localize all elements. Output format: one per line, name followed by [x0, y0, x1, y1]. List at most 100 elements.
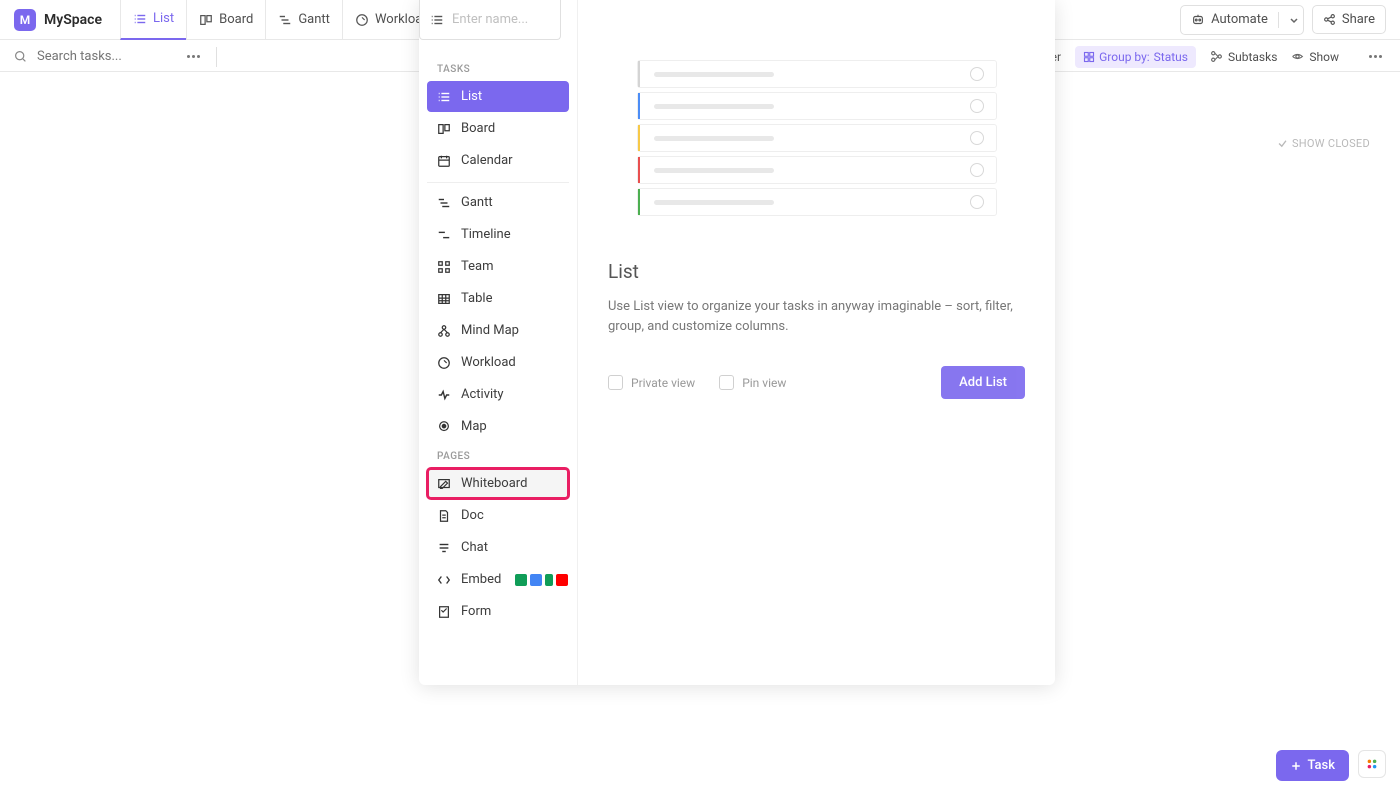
workload-icon	[355, 13, 369, 27]
sidebar-item-label: Gantt	[461, 195, 493, 210]
sidebar-item-label: Calendar	[461, 153, 513, 168]
group-by-value: Status	[1154, 50, 1188, 64]
list-icon	[437, 90, 451, 104]
sidebar-item-timeline[interactable]: Timeline	[427, 219, 569, 250]
mindmap-icon	[437, 324, 451, 338]
add-view-overlay: TASKS List Board Calendar Gantt Timeline…	[419, 0, 1055, 685]
gantt-icon	[437, 196, 451, 210]
automate-button[interactable]: Automate	[1180, 5, 1304, 35]
activity-icon	[437, 388, 451, 402]
sidebar-item-activity[interactable]: Activity	[427, 379, 569, 410]
sidebar-item-team[interactable]: Team	[427, 251, 569, 282]
sidebar-item-whiteboard[interactable]: Whiteboard	[427, 468, 569, 499]
embed-app-icons	[515, 574, 568, 586]
subtasks-label: Subtasks	[1228, 50, 1277, 64]
list-icon	[430, 13, 444, 27]
private-label: Private view	[631, 376, 695, 390]
preview-row	[637, 124, 997, 152]
add-list-button[interactable]: Add List	[941, 366, 1025, 399]
tab-label: List	[153, 11, 174, 26]
tasks-section-header: TASKS	[427, 56, 569, 81]
sidebar-item-label: Whiteboard	[461, 476, 527, 491]
filterbar-more-button[interactable]	[1365, 51, 1386, 62]
share-button[interactable]: Share	[1312, 5, 1386, 34]
map-icon	[437, 420, 451, 434]
sidebar-item-list[interactable]: List	[427, 81, 569, 112]
sidebar-item-label: Chat	[461, 540, 488, 555]
name-input-bar	[419, 0, 561, 40]
search-input[interactable]	[31, 49, 171, 64]
group-icon	[1083, 51, 1095, 63]
divider	[1278, 12, 1279, 28]
check-icon	[1277, 138, 1288, 149]
sidebar-item-label: Board	[461, 121, 495, 136]
fab-row: Task	[1276, 750, 1386, 781]
calendar-icon	[437, 154, 451, 168]
sidebar-item-label: Timeline	[461, 227, 511, 242]
new-task-fab[interactable]: Task	[1276, 750, 1349, 781]
divider	[427, 182, 569, 183]
automate-label: Automate	[1211, 12, 1268, 27]
timeline-icon	[437, 228, 451, 242]
sidebar-item-label: Table	[461, 291, 492, 306]
board-icon	[437, 122, 451, 136]
board-icon	[199, 13, 213, 27]
pin-label: Pin view	[742, 376, 786, 390]
sidebar-item-label: Workload	[461, 355, 516, 370]
show-icon	[1291, 50, 1304, 63]
preview-row	[637, 156, 997, 184]
overlay-main: List Use List view to organize your task…	[578, 0, 1055, 685]
list-preview	[637, 50, 997, 230]
tab-list[interactable]: List	[120, 0, 186, 40]
search-wrap[interactable]	[14, 49, 171, 64]
workload-icon	[437, 356, 451, 370]
show-label: Show	[1309, 50, 1339, 64]
space-name[interactable]: MySpace	[44, 12, 102, 28]
sidebar-item-chat[interactable]: Chat	[427, 532, 569, 563]
show-closed-label: SHOW CLOSED	[1292, 137, 1370, 150]
show-button[interactable]: Show	[1291, 50, 1339, 64]
sidebar-item-label: Team	[461, 259, 494, 274]
apps-fab[interactable]	[1358, 750, 1386, 778]
chevron-down-icon[interactable]	[1289, 15, 1299, 25]
pin-view-checkbox[interactable]: Pin view	[719, 375, 786, 390]
group-by-label: Group by:	[1099, 50, 1150, 64]
share-icon	[1323, 13, 1336, 26]
sidebar-item-calendar[interactable]: Calendar	[427, 145, 569, 176]
pages-section-header: PAGES	[427, 443, 569, 468]
sidebar-item-board[interactable]: Board	[427, 113, 569, 144]
tab-label: Board	[219, 12, 253, 27]
divider	[216, 47, 217, 67]
sidebar-item-map[interactable]: Map	[427, 411, 569, 442]
search-more-button[interactable]	[183, 51, 204, 62]
sidebar-item-doc[interactable]: Doc	[427, 500, 569, 531]
sidebar-item-gantt[interactable]: Gantt	[427, 187, 569, 218]
search-icon	[14, 50, 27, 63]
subtasks-button[interactable]: Subtasks	[1210, 50, 1277, 64]
sidebar-item-label: Map	[461, 419, 487, 434]
view-name-input[interactable]	[452, 12, 550, 27]
sidebar-item-workload[interactable]: Workload	[427, 347, 569, 378]
embed-icon	[437, 573, 451, 587]
preview-description: Use List view to organize your tasks in …	[608, 297, 1025, 336]
tab-label: Gantt	[298, 12, 330, 27]
group-by-button[interactable]: Group by: Status	[1075, 46, 1196, 68]
doc-icon	[437, 509, 451, 523]
sidebar-item-mindmap[interactable]: Mind Map	[427, 315, 569, 346]
sidebar-item-label: Activity	[461, 387, 504, 402]
team-icon	[437, 260, 451, 274]
filterbar-right: Filter Group by: Status Subtasks Show	[1016, 46, 1386, 68]
checkbox-icon	[608, 375, 623, 390]
space-badge[interactable]: M	[14, 9, 36, 31]
table-icon	[437, 292, 451, 306]
sidebar-item-embed[interactable]: Embed	[427, 564, 569, 595]
tab-gantt[interactable]: Gantt	[265, 0, 342, 40]
show-closed-toggle[interactable]: SHOW CLOSED	[1277, 137, 1370, 150]
sidebar-item-form[interactable]: Form	[427, 596, 569, 627]
private-view-checkbox[interactable]: Private view	[608, 375, 695, 390]
tab-board[interactable]: Board	[186, 0, 265, 40]
options-row: Private view Pin view Add List	[608, 366, 1025, 399]
sidebar-item-table[interactable]: Table	[427, 283, 569, 314]
preview-title: List	[608, 260, 1025, 283]
sidebar-item-label: Doc	[461, 508, 484, 523]
